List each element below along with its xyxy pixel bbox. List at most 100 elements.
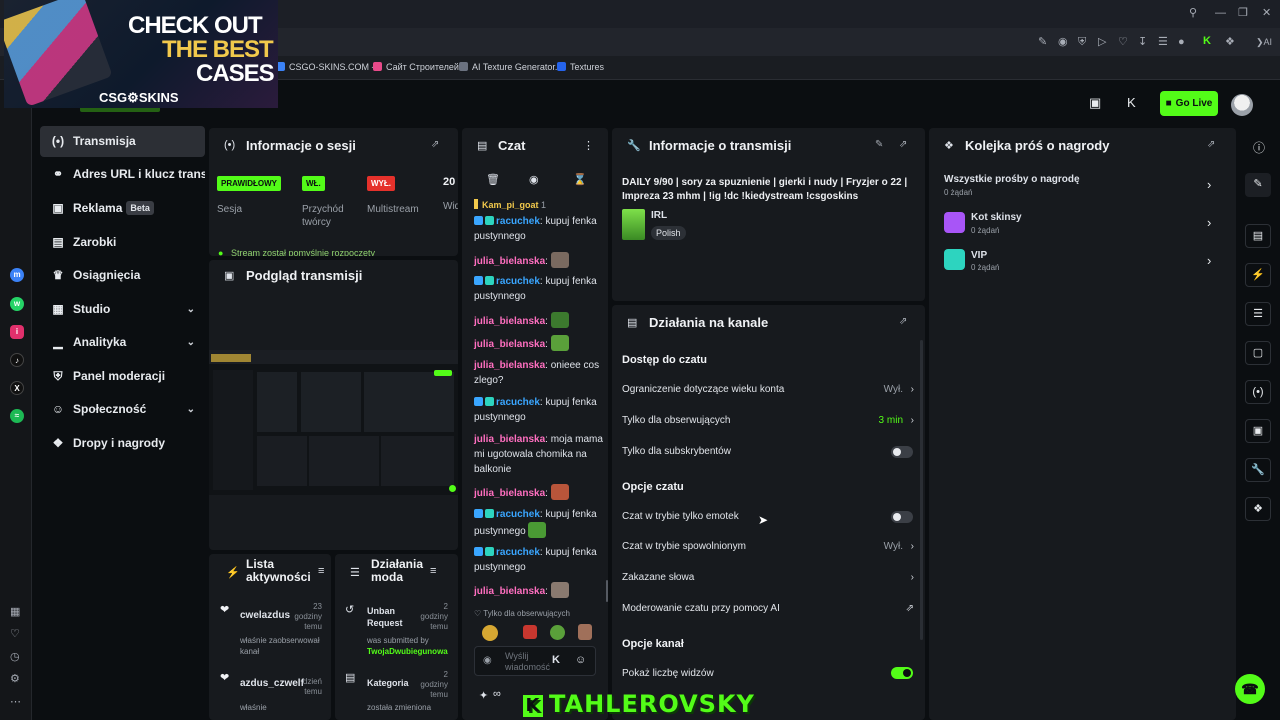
chat-username[interactable]: julia_bielanska (474, 316, 545, 327)
pinned-user[interactable]: Kam_pi_goat 1 (474, 199, 596, 213)
info-icon[interactable]: ⓘ (1253, 139, 1265, 156)
chat-username[interactable]: julia_bielanska (474, 339, 545, 350)
chat-username[interactable]: julia_bielanska (474, 488, 545, 499)
chat-emote[interactable] (550, 335, 569, 351)
banned-words-row[interactable]: Zakazane słowa › (622, 570, 917, 586)
popout-icon[interactable]: ⇗ (899, 139, 907, 150)
chat-username[interactable]: racuchek (496, 509, 540, 520)
activity-user[interactable]: cwelazdus (240, 610, 290, 621)
download-icon[interactable]: ↧ (1138, 37, 1147, 48)
category-thumbnail[interactable] (622, 209, 645, 240)
tiktok-icon[interactable]: ♪ (10, 353, 24, 367)
chat-username[interactable]: julia_bielanska (474, 360, 545, 371)
filter-icon[interactable]: ≡ (430, 565, 436, 577)
chat-username[interactable]: julia_bielanska (474, 256, 545, 267)
emote[interactable] (523, 625, 537, 639)
chat-emote[interactable] (550, 582, 569, 598)
nav-item-panel-moderacji[interactable]: ⛨ Panel moderacji (40, 361, 205, 392)
kick-emote-icon[interactable]: K (552, 654, 560, 666)
ai-moderation-row[interactable]: Moderowanie czatu przy pomocy AI ⇗ (622, 601, 917, 617)
emote[interactable] (578, 624, 592, 640)
chat-username[interactable]: racuchek (496, 397, 540, 408)
chat-emote[interactable] (527, 522, 546, 538)
camera-icon[interactable]: ◉ (1058, 37, 1068, 48)
account-age-row[interactable]: Ograniczenie dotyczące wieku konta Wył. › (622, 382, 917, 398)
close-icon[interactable]: ✕ (1262, 8, 1271, 19)
minimize-icon[interactable]: — (1215, 8, 1226, 19)
heart-icon[interactable]: ♡ (10, 629, 20, 640)
chat-emote[interactable] (550, 312, 569, 328)
popout-icon[interactable]: ⇗ (899, 316, 907, 327)
nav-item-dropy[interactable]: ❖ Dropy i nagrody (40, 428, 205, 459)
chat-username[interactable]: racuchek (496, 547, 540, 558)
nav-item-stream-key[interactable]: ⚭Adres URL i klucz transmisji (40, 159, 205, 190)
chat-username[interactable]: racuchek (496, 216, 540, 227)
go-live-button[interactable]: ■ Go Live (1160, 91, 1218, 116)
kick-dashboard-icon[interactable]: K (1127, 96, 1136, 109)
avatar[interactable] (1231, 94, 1253, 116)
instagram-icon[interactable]: i (10, 325, 24, 339)
puzzle-icon[interactable]: ❖ (1225, 37, 1235, 48)
emoji-icon[interactable]: ☺ (575, 654, 586, 666)
show-viewers-toggle[interactable] (891, 667, 913, 679)
whatsapp-icon[interactable]: w (10, 297, 24, 311)
help-button[interactable]: ☎ (1235, 674, 1265, 704)
edit-rail-button[interactable]: ✎ (1245, 173, 1271, 197)
reward-name[interactable]: Kot skinsy (971, 212, 1022, 223)
wrench-rail-button[interactable]: 🔧 (1245, 458, 1271, 482)
bookmark-csgoskins[interactable]: CSGO-SKINS.COM -... (276, 62, 382, 72)
nav-item-studio[interactable]: ▦ Studio ⌄ (40, 294, 205, 325)
clock-icon[interactable]: ◷ (10, 652, 20, 663)
emote-only-toggle[interactable] (891, 511, 913, 523)
chevron-right-icon[interactable]: › (1207, 215, 1211, 230)
ai-icon[interactable]: ❯AI (1256, 37, 1272, 48)
maximize-icon[interactable]: ❐ (1238, 8, 1248, 19)
infinity-icon[interactable]: ∞ (493, 688, 501, 700)
nav-item-osiagniecia[interactable]: ♛ Osiągnięcia (40, 260, 205, 291)
mod-action-title[interactable]: Kategoria (367, 678, 409, 688)
edit-icon[interactable]: ✎ (1038, 37, 1047, 48)
spotify-icon[interactable]: ≈ (10, 409, 24, 423)
ad-banner[interactable]: CHECK OUT THE BEST CASES CSG⚙SKINS (4, 0, 278, 108)
reward-name[interactable]: VIP (971, 250, 987, 261)
heart-icon[interactable]: ♡ (1118, 37, 1128, 48)
bookmark-builders[interactable]: Сайт Строителей (373, 62, 459, 72)
popout-icon[interactable]: ⇗ (431, 139, 439, 150)
subscribers-only-toggle[interactable] (891, 446, 913, 458)
session-rail-button[interactable]: ▤ (1245, 224, 1271, 248)
slow-mode-row[interactable]: Czat w trybie spowolnionym Wył. › (622, 539, 917, 555)
mod-action-user[interactable]: TwojaDwubiegunowa (367, 647, 449, 656)
chat-username[interactable]: racuchek (496, 276, 540, 287)
broadcast-rail-button[interactable]: (•) (1245, 380, 1271, 404)
chat-username[interactable]: julia_bielanska (474, 586, 545, 597)
play-icon[interactable]: ▷ (1098, 37, 1106, 48)
kick-extension-icon[interactable]: K (1203, 36, 1211, 47)
bookmark-textures[interactable]: Textures (557, 62, 604, 72)
users-icon[interactable]: ✦ (479, 689, 488, 702)
chat-emote[interactable] (550, 252, 569, 268)
chat-emote[interactable] (550, 484, 569, 500)
messenger-icon[interactable]: m (10, 268, 24, 282)
preview-rail-button[interactable]: ▣ (1245, 419, 1271, 443)
followers-only-row[interactable]: Tylko dla obserwujących 3 min › (622, 413, 917, 429)
filter-icon[interactable]: ≡ (318, 565, 324, 577)
x-icon[interactable]: X (10, 381, 24, 395)
mod-action-title[interactable]: Unban Request (367, 605, 417, 629)
activity-user[interactable]: azdus_czwelf (240, 678, 304, 689)
list-rail-button[interactable]: ☰ (1245, 302, 1271, 326)
chat-username[interactable]: julia_bielanska (474, 434, 545, 445)
nav-item-transmisja[interactable]: (•) Transmisja (40, 126, 205, 157)
trash-icon[interactable]: 🗑 (486, 173, 500, 186)
category-name[interactable]: IRL (651, 210, 667, 221)
emote[interactable] (550, 625, 565, 640)
profile-icon[interactable]: ● (1178, 37, 1185, 48)
nav-item-spolecznosc[interactable]: ☺ Społeczność ⌄ (40, 394, 205, 425)
chat-scrollbar[interactable] (606, 580, 608, 602)
lightning-rail-button[interactable]: ⚡ (1245, 263, 1271, 287)
all-rewards-label[interactable]: Wszystkie prośby o nagrodę (944, 174, 1080, 185)
grid-icon[interactable]: ▦ (10, 607, 20, 618)
popout-icon[interactable]: ⇗ (1207, 139, 1215, 150)
more-icon[interactable]: ⋮ (583, 139, 594, 152)
hourglass-icon[interactable]: ⌛ (573, 173, 587, 186)
more-icon[interactable]: ⋯ (10, 697, 21, 708)
